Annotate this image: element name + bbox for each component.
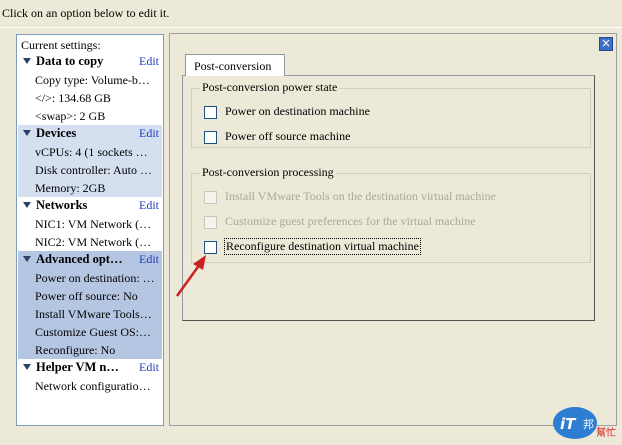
edit-link[interactable]: Edit [139, 252, 159, 267]
checkbox[interactable] [204, 241, 217, 254]
edit-link[interactable]: Edit [139, 126, 159, 141]
setting-item[interactable]: Memory: 2GB [18, 179, 162, 197]
option-label: Customize guest preferences for the virt… [225, 214, 476, 228]
section-header[interactable]: Devices Edit [18, 125, 162, 143]
section-devices: Devices Edit vCPUs: 4 (1 sockets … Disk … [18, 125, 162, 197]
setting-item[interactable]: Disk controller: Auto … [18, 161, 162, 179]
options-editor-panel: × Post-conversion Post-conversion power … [169, 33, 617, 426]
setting-item[interactable]: Customize Guest OS:… [18, 323, 162, 341]
section-title: Networks [36, 198, 88, 212]
group-title: Post-conversion processing [200, 165, 336, 180]
checkbox[interactable] [204, 106, 217, 119]
svg-text:iT: iT [560, 415, 577, 433]
section-networks: Networks Edit NIC1: VM Network (… NIC2: … [18, 197, 162, 251]
section-title: Advanced opt… [36, 252, 123, 266]
divider [0, 27, 622, 28]
setting-item[interactable]: Install VMware Tools… [18, 305, 162, 323]
option-label: Install VMware Tools on the destination … [225, 189, 496, 203]
tab-post-conversion[interactable]: Post-conversion [185, 54, 285, 76]
section-title: Data to copy [36, 54, 104, 68]
section-advanced-options: Advanced opt… Edit Power on destination:… [18, 251, 162, 359]
setting-item[interactable]: Reconfigure: No [18, 341, 162, 359]
collapse-triangle-icon[interactable] [23, 364, 31, 370]
setting-item[interactable]: NIC1: VM Network (… [18, 215, 162, 233]
processing-group: Post-conversion processing Install VMwar… [191, 165, 591, 263]
collapse-triangle-icon[interactable] [23, 58, 31, 64]
setting-item[interactable]: Network configuratio… [18, 377, 162, 395]
checkbox [204, 216, 217, 229]
section-helper-vm: Helper VM n… Edit Network configuratio… [18, 359, 162, 395]
setting-item[interactable]: Copy type: Volume-b… [18, 71, 162, 89]
setting-item[interactable]: vCPUs: 4 (1 sockets … [18, 143, 162, 161]
svg-text:邦: 邦 [583, 418, 594, 431]
ithome-logo: iT 邦 幫忙 [553, 407, 616, 439]
settings-heading: Current settings: [21, 38, 101, 52]
setting-item[interactable]: Power on destination: … [18, 269, 162, 287]
option-label: Power on destination machine [225, 104, 370, 118]
edit-link[interactable]: Edit [139, 198, 159, 213]
section-header[interactable]: Data to copy Edit [18, 53, 162, 71]
edit-link[interactable]: Edit [139, 54, 159, 69]
close-icon[interactable]: × [599, 37, 613, 51]
section-data-to-copy: Data to copy Edit Copy type: Volume-b… <… [18, 53, 162, 125]
option-label: Reconfigure destination virtual machine [224, 238, 421, 255]
setting-item[interactable]: <swap>: 2 GB [18, 107, 162, 125]
checkbox[interactable] [204, 131, 217, 144]
section-title: Helper VM n… [36, 360, 119, 374]
option-label: Power off source machine [225, 129, 351, 143]
group-title: Post-conversion power state [200, 80, 340, 95]
section-header[interactable]: Helper VM n… Edit [18, 359, 162, 377]
tab-content: Post-conversion power state Power on des… [182, 75, 595, 321]
section-header[interactable]: Networks Edit [18, 197, 162, 215]
collapse-triangle-icon[interactable] [23, 202, 31, 208]
edit-link[interactable]: Edit [139, 360, 159, 375]
power-state-group: Post-conversion power state Power on des… [191, 80, 591, 148]
svg-text:幫忙: 幫忙 [596, 426, 616, 439]
checkbox [204, 191, 217, 204]
collapse-triangle-icon[interactable] [23, 256, 31, 262]
section-header[interactable]: Advanced opt… Edit [18, 251, 162, 269]
instruction-text: Click on an option below to edit it. [2, 6, 170, 20]
setting-item[interactable]: Power off source: No [18, 287, 162, 305]
settings-panel: Current settings: Data to copy Edit Copy… [16, 34, 164, 426]
setting-item[interactable]: </>: 134.68 GB [18, 89, 162, 107]
setting-item[interactable]: NIC2: VM Network (… [18, 233, 162, 251]
collapse-triangle-icon[interactable] [23, 130, 31, 136]
section-title: Devices [36, 126, 77, 140]
